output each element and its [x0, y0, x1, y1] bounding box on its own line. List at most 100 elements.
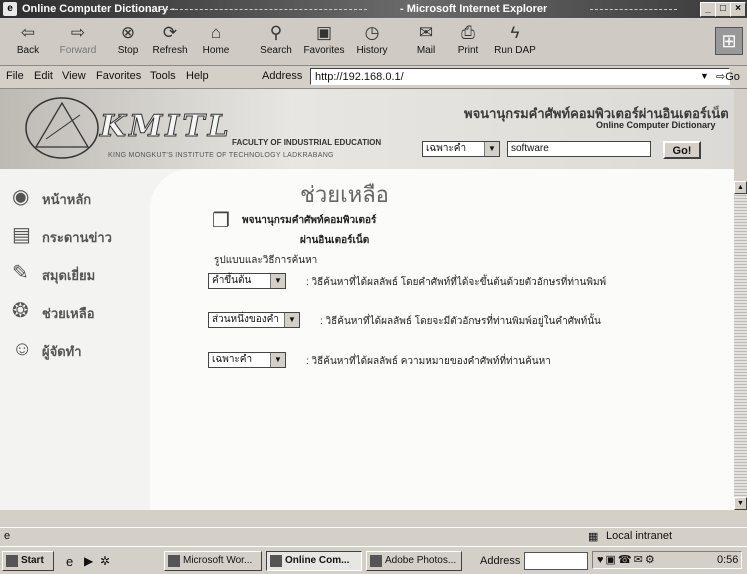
go-button[interactable]: ⇨Go: [716, 70, 740, 83]
chevron-down-icon: ▼: [270, 274, 285, 288]
history-button[interactable]: ◷ History: [350, 21, 394, 63]
taskbar-address-label: Address: [480, 555, 521, 567]
search-input[interactable]: software: [507, 141, 651, 157]
mail-icon: ✉: [418, 23, 434, 42]
method-row: เฉพาะคำ ▼ : วิธีค้นหาที่ได้ผลลัพธ์ ความห…: [208, 352, 551, 368]
close-button[interactable]: ×: [730, 2, 746, 17]
word-icon: [168, 555, 180, 567]
menu-bar: File Edit View Favorites Tools Help Addr…: [0, 66, 747, 89]
quicklaunch-channels-icon[interactable]: ✲: [100, 554, 110, 568]
menu-edit[interactable]: Edit: [34, 70, 53, 82]
chevron-down-icon: ▼: [284, 313, 299, 327]
address-input[interactable]: http://192.168.0.1/: [310, 68, 730, 85]
taskbar: Start e ▶ ✲ Microsoft Wor... Online Com.…: [0, 546, 747, 574]
help-icon: ❂: [12, 300, 29, 322]
vertical-scrollbar[interactable]: ▲ ▼: [734, 181, 747, 510]
taskbar-address-input[interactable]: [524, 552, 588, 570]
clock: 0:56: [717, 554, 739, 566]
sidebar-item-credits[interactable]: ☺ ผู้จัดทำ: [12, 335, 142, 365]
menu-favorites[interactable]: Favorites: [96, 70, 141, 82]
mail-button[interactable]: ✉ Mail: [404, 21, 448, 63]
tray-icons[interactable]: ♥▣☎✉⚙: [597, 553, 657, 566]
intranet-icon: ▦: [588, 531, 599, 543]
method-select-prefix[interactable]: คำขึ้นต้น ▼: [208, 273, 286, 289]
favorites-button[interactable]: ▣ Favorites: [302, 21, 346, 63]
people-icon: ☺: [12, 338, 33, 360]
menu-help[interactable]: Help: [186, 70, 209, 82]
menu-file[interactable]: File: [6, 70, 24, 82]
method-description: : วิธีค้นหาที่ได้ผลลัพธ์ โดยคำศัพท์ที่ได…: [306, 277, 607, 288]
institute-name: KING MONGKUT'S INSTITUTE OF TECHNOLOGY L…: [108, 152, 334, 159]
page-subtitle-2: ผ่านอินเตอร์เน็ต: [300, 235, 370, 246]
chevron-down-icon: ▼: [484, 142, 499, 156]
method-row: ส่วนหนึ่งของคำ ▼ : วิธีค้นหาที่ได้ผลลัพธ…: [208, 312, 601, 328]
start-button[interactable]: Start: [2, 551, 54, 571]
windows-logo-icon: [6, 555, 18, 567]
print-button[interactable]: ⎙ Print: [446, 21, 490, 63]
page-icon: e: [4, 530, 11, 542]
title-divider: [160, 9, 367, 10]
task-online-dictionary[interactable]: Online Com...: [266, 551, 362, 571]
kmitl-logo: [25, 97, 99, 159]
scroll-up-icon[interactable]: ▲: [734, 181, 747, 194]
search-icon: ⚲: [269, 23, 283, 42]
sidebar-item-webboard[interactable]: ▤ กระดานข่าว: [12, 221, 142, 251]
address-dropdown-icon[interactable]: ▼: [700, 71, 709, 81]
stop-icon: ⊗: [120, 23, 136, 42]
ie-icon: [270, 555, 282, 567]
refresh-button[interactable]: ⟳ Refresh: [148, 21, 192, 63]
status-bar: e ▦ Local intranet: [0, 527, 747, 546]
browser-window: e Online Computer Dictionary - - Microso…: [0, 0, 747, 574]
search-button[interactable]: ⚲ Search: [254, 21, 298, 63]
lightning-icon: ϟ: [510, 23, 520, 42]
standard-toolbar: ⇦ Back ⇨ Forward ⊗ Stop ⟳ Refresh ⌂ Home ⚲ Sea…: [0, 19, 747, 66]
home-button[interactable]: ⌂ Home: [194, 21, 238, 63]
pen-icon: ✎: [12, 262, 29, 284]
maximize-button[interactable]: □: [715, 2, 731, 17]
kmitl-wordmark: KMITL: [100, 109, 232, 145]
go-arrow-icon: ⇨: [716, 71, 726, 83]
photoshop-icon: [370, 555, 382, 567]
chevron-down-icon: ▼: [270, 353, 285, 367]
forward-button[interactable]: ⇨ Forward: [56, 21, 100, 63]
eye-icon: ◉: [12, 186, 30, 208]
site-title-english: Online Computer Dictionary: [596, 120, 716, 130]
window-title-app: - Microsoft Internet Explorer: [400, 3, 548, 15]
home-icon: ⌂: [210, 23, 222, 42]
window-title: Online Computer Dictionary -: [22, 3, 175, 15]
method-select-partial[interactable]: ส่วนหนึ่งของคำ ▼: [208, 312, 300, 328]
quicklaunch-desktop-icon[interactable]: ▶: [84, 554, 93, 568]
sidebar-item-help[interactable]: ❂ ช่วยเหลือ: [12, 297, 142, 327]
main-panel: ช่วยเหลือ ❐ พจนานุกรมคำศัพท์คอมพิวเตอร์ …: [150, 169, 734, 510]
menu-view[interactable]: View: [62, 70, 86, 82]
ie-icon: e: [3, 2, 17, 16]
scroll-down-icon[interactable]: ▼: [734, 497, 747, 510]
security-zone: Local intranet: [606, 530, 673, 542]
search-go-button[interactable]: Go!: [663, 141, 701, 159]
system-tray: ♥▣☎✉⚙ 0:56: [592, 551, 742, 569]
sidebar-nav: ◉ หน้าหลัก ▤ กระดานข่าว ✎ สมุดเยี่ยม ❂ ช…: [0, 169, 150, 510]
printer-icon: ⎙: [461, 23, 475, 42]
back-button[interactable]: ⇦ Back: [6, 21, 50, 63]
sidebar-item-guestbook[interactable]: ✎ สมุดเยี่ยม: [12, 259, 142, 289]
run-dap-button[interactable]: ϟ Run DAP: [490, 21, 540, 63]
search-mode-select[interactable]: เฉพาะคำ ▼: [422, 141, 500, 157]
board-icon: ▤: [12, 224, 31, 246]
book-icon: ❐: [212, 210, 230, 232]
title-divider: [590, 9, 677, 10]
page-subtitle: พจนานุกรมคำศัพท์คอมพิวเตอร์: [242, 215, 377, 226]
search-methods-label: รูปแบบและวิธีการค้นหา: [214, 255, 318, 266]
minimize-button[interactable]: _: [700, 2, 716, 17]
site-banner: KMITL FACULTY OF INDUSTRIAL EDUCATION KI…: [0, 89, 734, 169]
forward-arrow-icon: ⇨: [70, 23, 86, 42]
address-label: Address: [262, 70, 303, 82]
task-photoshop[interactable]: Adobe Photos...: [366, 551, 462, 571]
menu-tools[interactable]: Tools: [150, 70, 176, 82]
quicklaunch-ie-icon[interactable]: e: [66, 554, 73, 569]
method-select-exact[interactable]: เฉพาะคำ ▼: [208, 352, 286, 368]
stop-button[interactable]: ⊗ Stop: [106, 21, 150, 63]
sidebar-item-home[interactable]: ◉ หน้าหลัก: [12, 183, 142, 213]
task-word[interactable]: Microsoft Wor...: [164, 551, 262, 571]
title-bar: e Online Computer Dictionary - - Microso…: [0, 0, 747, 18]
history-icon: ◷: [364, 23, 380, 42]
